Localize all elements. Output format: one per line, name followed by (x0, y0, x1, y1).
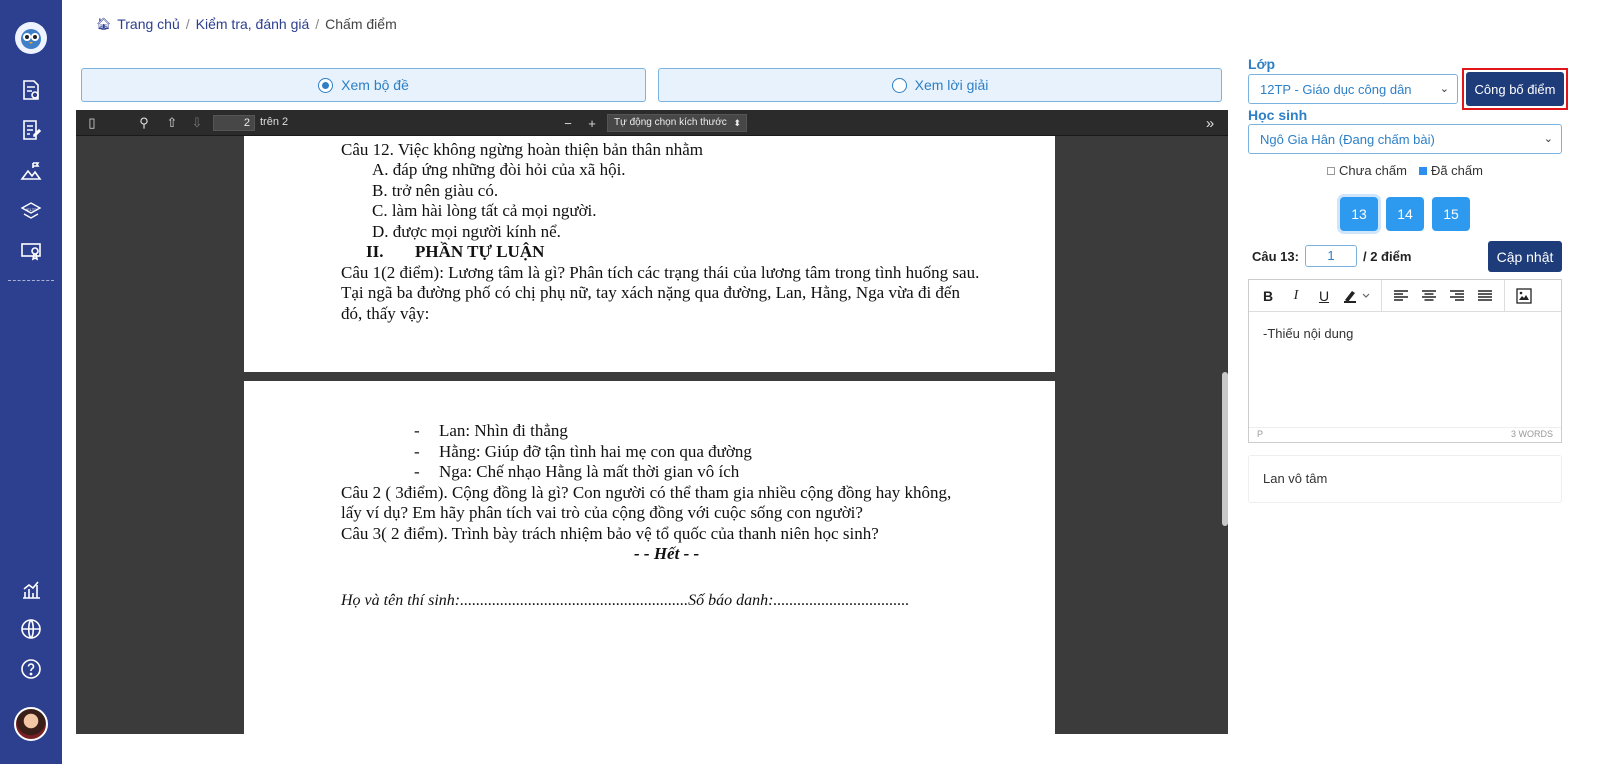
breadcrumb-current: Chấm điểm (325, 16, 397, 32)
class-select-value: 12TP - Giáo dục công dân (1260, 81, 1412, 97)
ielts-icon[interactable]: IELTS (0, 194, 62, 228)
question-button-15[interactable]: 15 (1432, 197, 1470, 231)
highlight-icon[interactable] (1339, 284, 1375, 308)
student-select-value: Ngô Gia Hân (Đang chấm bài) (1260, 131, 1435, 147)
pdf-bullet: - (414, 442, 420, 461)
pdf-text-line: Lan: Nhìn đi thẳng (439, 421, 568, 440)
score-label: Câu 13: (1252, 248, 1299, 264)
pdf-scrollbar[interactable] (1222, 372, 1228, 526)
pdf-candidate-line: Họ và tên thí sinh:.....................… (341, 592, 910, 609)
student-label: Học sinh (1248, 107, 1308, 123)
pdf-text-line: A. đáp ứng những đòi hỏi của xã hội. (372, 160, 626, 179)
zoom-out-icon[interactable]: − (558, 113, 578, 133)
graded-swatch (1418, 166, 1427, 175)
edit-document-icon[interactable] (0, 113, 62, 147)
pdf-text-line: D. được mọi người kính nể. (372, 222, 561, 241)
view-solutions-label: Xem lời giải (914, 77, 989, 93)
help-icon[interactable] (0, 652, 62, 686)
owl-logo-icon[interactable] (15, 22, 47, 54)
pdf-page-2: - Lan: Nhìn đi thẳng - Hằng: Giúp đỡ tận… (244, 381, 1055, 734)
question-button-13[interactable]: 13 (1340, 197, 1378, 231)
breadcrumb: 🏠︎ Trang chủ / Kiểm tra, đánh giá / Chấm… (96, 16, 397, 32)
pdf-viewer[interactable]: ▯ ⚲ ⇧ ⇩ 2 trên 2 − + Tự động chọn kích t… (76, 110, 1228, 734)
certificate-icon[interactable] (0, 234, 62, 268)
radio-unchecked-icon[interactable] (891, 77, 907, 93)
sidebar: IELTS (0, 0, 62, 764)
editor-wordcount: 3 WORDS (1510, 429, 1553, 439)
page-number-input[interactable]: 2 (213, 115, 255, 131)
score-input[interactable]: 1 (1304, 245, 1357, 267)
avatar[interactable] (14, 707, 48, 741)
update-button[interactable]: Cập nhật (1488, 241, 1562, 272)
question-button-14[interactable]: 14 (1386, 197, 1424, 231)
score-row: Câu 13: 1 / 2 điểm (1252, 245, 1411, 267)
page-count: trên 2 (260, 116, 289, 128)
class-select[interactable]: 12TP - Giáo dục công dân ⌄ (1248, 74, 1458, 104)
pdf-text-line: Nga: Chế nhạo Hằng là mất thời gian vô í… (439, 462, 740, 481)
student-select[interactable]: Ngô Gia Hân (Đang chấm bài) ⌄ (1248, 124, 1562, 154)
sidebar-toggle-icon[interactable]: ▯ (82, 113, 102, 133)
radio-checked-icon[interactable] (318, 77, 334, 93)
legend-graded: Đã chấm (1430, 163, 1483, 178)
breadcrumb-section[interactable]: Kiểm tra, đánh giá (196, 16, 310, 32)
pdf-toolbar: ▯ ⚲ ⇧ ⇩ 2 trên 2 − + Tự động chọn kích t… (76, 110, 1228, 136)
chevron-down-icon: ⌄ (1439, 83, 1449, 95)
tools-menu-icon[interactable]: » (1200, 113, 1220, 133)
grading-legend: Chưa chấm Đã chấm (1327, 163, 1483, 178)
publish-scores-button[interactable]: Công bố điểm (1466, 72, 1564, 106)
pdf-end-marker: - - Hết - - (634, 544, 700, 563)
svg-text:IELTS: IELTS (26, 207, 37, 212)
search-icon[interactable]: ⚲ (134, 113, 154, 133)
editor-path: P (1257, 429, 1264, 439)
pdf-text-line: Câu 1(2 điểm): Lương tâm là gì? Phân tíc… (341, 263, 980, 282)
legend-ungraded: Chưa chấm (1339, 163, 1407, 178)
editor-toolbar: B I U (1249, 279, 1561, 312)
comment-editor[interactable]: B I U -Thiếu nội dung P 3 WORDS (1248, 279, 1562, 443)
pdf-text-line: C. làm hài lòng tất cả mọi người. (372, 201, 597, 220)
pdf-section-number: II. (366, 242, 384, 261)
align-left-icon[interactable] (1388, 284, 1414, 308)
italic-icon[interactable]: I (1283, 284, 1309, 308)
view-solutions-option[interactable]: Xem lời giải (658, 68, 1222, 102)
pdf-text-line: Câu 3( 2 điểm). Trình bày trách nhiệm bả… (341, 524, 879, 543)
pdf-page-1: Câu 12. Việc không ngừng hoàn thiện bản … (244, 136, 1055, 372)
exam-list-icon[interactable] (0, 73, 62, 107)
pdf-text-line: Hằng: Giúp đỡ tận tình hai mẹ con qua đư… (439, 442, 752, 461)
ungraded-swatch (1327, 166, 1335, 175)
align-right-icon[interactable] (1444, 284, 1470, 308)
previous-page-icon[interactable]: ⇧ (162, 113, 182, 133)
class-label: Lớp (1248, 56, 1276, 72)
align-center-icon[interactable] (1416, 284, 1442, 308)
align-justify-icon[interactable] (1472, 284, 1498, 308)
pdf-bullet: - (414, 462, 420, 481)
next-page-icon[interactable]: ⇩ (187, 113, 207, 133)
pdf-bullet: - (414, 421, 420, 440)
pdf-text-line: Câu 12. Việc không ngừng hoàn thiện bản … (341, 140, 703, 159)
pdf-section-title: PHẦN TỰ LUẬN (415, 242, 545, 261)
editor-statusbar: P 3 WORDS (1249, 427, 1561, 442)
statistics-icon[interactable] (0, 572, 62, 606)
zoom-select[interactable]: Tự động chọn kích thước (607, 114, 747, 132)
sidebar-divider (8, 280, 54, 281)
bold-icon[interactable]: B (1255, 284, 1281, 308)
pdf-text-line: Câu 2 ( 3điểm). Cộng đồng là gì? Con ngư… (341, 483, 952, 502)
pdf-text-line: Tại ngã ba đường phố có chị phụ nữ, tay … (341, 283, 960, 302)
comment-text[interactable]: -Thiếu nội dung (1249, 312, 1561, 427)
score-max: / 2 điểm (1362, 248, 1412, 264)
pdf-text-line: B. trở nên giàu có. (372, 181, 499, 200)
view-questions-option[interactable]: Xem bộ đề (81, 68, 646, 102)
home-icon[interactable]: 🏠︎ (96, 17, 111, 31)
student-answer: Lan vô tâm (1248, 455, 1562, 503)
view-questions-label: Xem bộ đề (341, 77, 409, 93)
chevron-down-icon: ⌄ (1543, 133, 1553, 145)
pdf-text-line: đó, thấy vậy: (341, 304, 430, 323)
breadcrumb-home[interactable]: Trang chủ (117, 16, 180, 32)
pdf-text-line: lấy ví dụ? Em hãy phân tích vai trò của … (341, 503, 863, 522)
chart-mountain-icon[interactable] (0, 154, 62, 188)
underline-icon[interactable]: U (1311, 284, 1337, 308)
zoom-in-icon[interactable]: + (582, 113, 602, 133)
globe-icon[interactable] (0, 612, 62, 646)
insert-image-icon[interactable] (1511, 284, 1537, 308)
